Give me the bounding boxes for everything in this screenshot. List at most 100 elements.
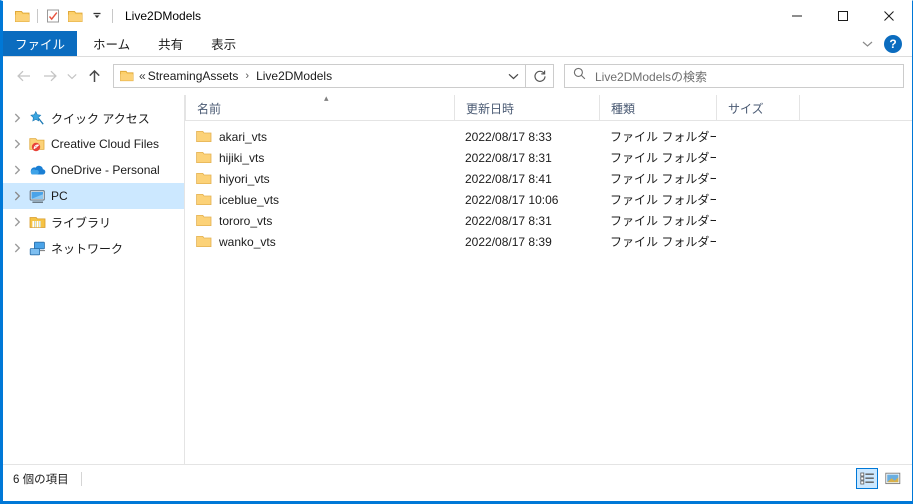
folder-icon [196,213,212,229]
this-pc-monitor-icon [26,185,48,207]
column-header-type[interactable]: 種類 [599,95,716,121]
sidebar-item-label: PC [51,189,68,203]
sidebar-item-label: ライブラリ [51,215,112,230]
window-controls [774,1,912,31]
breadcrumb-overflow[interactable]: « [139,69,146,83]
large-icons-view-button[interactable] [882,468,904,489]
sidebar-item-libraries[interactable]: ライブラリ [3,209,184,235]
folder-icon [196,192,212,208]
breadcrumb-item-streamingassets[interactable]: StreamingAssets [148,69,239,83]
file-date-cell: 2022/08/17 8:31 [465,213,552,228]
file-type-cell: ファイル フォルダー [610,151,716,165]
table-row[interactable]: hiyori_vts 2022/08/17 8:41 ファイル フォルダー [185,168,912,189]
column-header-date[interactable]: 更新日時 [454,95,599,121]
explorer-window: Live2DModels ファイル ホーム 共有 表示 ? « Streamin… [0,0,913,504]
sidebar-item-quick-access[interactable]: クイック アクセス [3,105,184,131]
column-header-size[interactable]: サイズ [716,95,799,121]
refresh-button[interactable] [526,64,554,88]
file-name-cell[interactable]: akari_vts [185,129,454,145]
qat-divider-1 [37,9,38,23]
column-header-name[interactable]: 名前 [185,95,454,121]
file-type-cell: ファイル フォルダー [610,193,716,207]
file-name-cell[interactable]: wanko_vts [185,234,454,250]
sidebar-item-label: クイック アクセス [51,111,150,126]
sidebar-item-pc[interactable]: PC [3,183,184,209]
table-row[interactable]: iceblue_vts 2022/08/17 10:06 ファイル フォルダー [185,189,912,210]
navigation-bar: « StreamingAssets › Live2DModels Live2DM… [3,57,912,95]
chevron-right-icon[interactable] [9,183,26,209]
folder-icon [196,129,212,145]
table-row[interactable]: tororo_vts 2022/08/17 8:31 ファイル フォルダー [185,210,912,231]
ribbon-right-controls: ? [856,31,908,57]
details-view-button[interactable] [856,468,878,489]
file-name-text: akari_vts [219,129,268,144]
file-type-cell: ファイル フォルダー [610,172,716,186]
address-dropdown-chevron-icon[interactable] [508,65,519,87]
tab-view[interactable]: 表示 [197,31,250,56]
sort-ascending-icon: ▴ [324,93,329,103]
file-list-pane: ▴ 名前 更新日時 種類 サイズ akari_vts 2022/08/17 8:… [185,93,912,464]
file-rows: akari_vts 2022/08/17 8:33 ファイル フォルダー hij… [185,121,912,252]
maximize-button[interactable] [820,1,866,31]
view-toggle-group [856,465,904,492]
status-divider [80,471,82,486]
file-name-cell[interactable]: iceblue_vts [185,192,454,208]
column-header-row: ▴ 名前 更新日時 種類 サイズ [185,93,912,121]
table-row[interactable]: hijiki_vts 2022/08/17 8:31 ファイル フォルダー [185,147,912,168]
sidebar-item-onedrive-personal[interactable]: OneDrive - Personal [3,157,184,183]
item-count-label: 6 個の項目 [13,473,69,486]
file-name-cell[interactable]: hijiki_vts [185,150,454,166]
sidebar-item-label: Creative Cloud Files [51,137,160,151]
file-name-cell[interactable]: tororo_vts [185,213,454,229]
tab-share[interactable]: 共有 [144,31,197,56]
folder-icon [120,70,134,82]
sidebar-item-label: OneDrive - Personal [51,163,160,177]
forward-button[interactable] [37,63,63,89]
search-box[interactable]: Live2DModelsの検索 [564,64,904,88]
folder-icon [196,150,212,166]
tab-file[interactable]: ファイル [3,31,78,56]
chevron-right-icon[interactable] [9,157,26,183]
up-button[interactable] [81,63,107,89]
file-name-text: hijiki_vts [219,150,265,165]
file-type-cell: ファイル フォルダー [610,130,716,144]
navigation-pane: クイック アクセス Creative Cloud Files OneDrive … [3,95,185,464]
chevron-right-icon[interactable] [9,131,26,157]
breadcrumb-separator[interactable]: › [245,70,249,82]
breadcrumb: « StreamingAssets › Live2DModels [139,69,332,83]
back-button[interactable] [11,63,37,89]
column-header-blank[interactable] [799,95,912,121]
folder-icon[interactable] [11,5,33,27]
minimize-button[interactable] [774,1,820,31]
tab-home[interactable]: ホーム [79,31,144,56]
sidebar-item-network[interactable]: ネットワーク [3,235,184,261]
help-button[interactable]: ? [884,35,902,53]
chevron-right-icon[interactable] [9,235,26,261]
file-type-cell: ファイル フォルダー [610,214,716,228]
file-name-cell[interactable]: hiyori_vts [185,171,454,187]
chevron-right-icon[interactable] [9,105,26,131]
status-bar: 6 個の項目 [3,464,912,492]
folder-icon [196,171,212,187]
file-name-text: tororo_vts [219,213,273,228]
libraries-icon [26,211,48,233]
customize-qat-chevron-icon[interactable] [86,5,108,27]
search-input[interactable]: Live2DModelsの検索 [595,68,707,85]
address-bar[interactable]: « StreamingAssets › Live2DModels [113,64,526,88]
ribbon-tab-bar: ファイル ホーム 共有 表示 ? [3,31,912,57]
file-date-cell: 2022/08/17 8:39 [465,234,552,249]
new-folder-icon[interactable] [64,5,86,27]
properties-checkmark-icon[interactable] [42,5,64,27]
star-pin-icon [26,107,48,129]
chevron-down-icon[interactable] [856,33,878,55]
content-area: クイック アクセス Creative Cloud Files OneDrive … [3,93,912,464]
table-row[interactable]: wanko_vts 2022/08/17 8:39 ファイル フォルダー [185,231,912,252]
title-bar: Live2DModels [3,1,912,31]
recent-locations-chevron-icon[interactable] [63,63,81,89]
close-button[interactable] [866,1,912,31]
breadcrumb-item-live2dmodels[interactable]: Live2DModels [256,69,332,83]
sidebar-item-creative-cloud-files[interactable]: Creative Cloud Files [3,131,184,157]
file-type-cell: ファイル フォルダー [610,235,716,249]
chevron-right-icon[interactable] [9,209,26,235]
table-row[interactable]: akari_vts 2022/08/17 8:33 ファイル フォルダー [185,126,912,147]
